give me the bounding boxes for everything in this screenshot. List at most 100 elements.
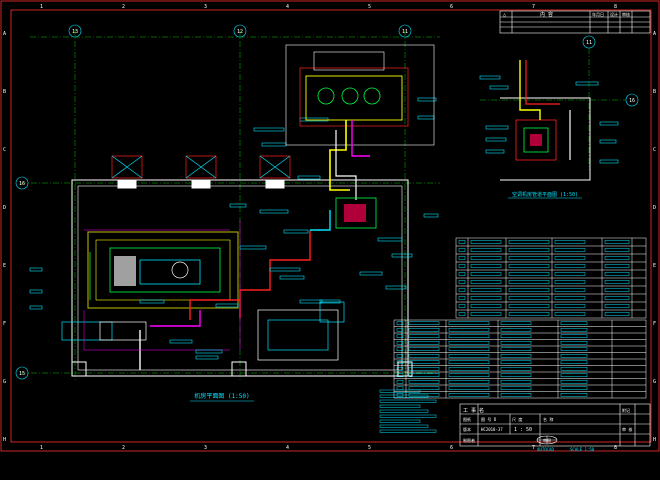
annotation-label <box>261 142 287 147</box>
note-line <box>379 399 437 403</box>
schedule-cell <box>448 334 490 338</box>
schedule-cell <box>470 280 502 284</box>
schedule-cell <box>560 347 588 351</box>
schedule-cell <box>554 296 586 300</box>
column-number: 4 <box>286 4 289 10</box>
footer-left: AUTOCAD <box>537 447 554 452</box>
detail-annotation-label <box>599 159 619 164</box>
schedule-cell <box>470 304 502 308</box>
schedule-cell <box>554 240 586 244</box>
schedule-cell <box>554 248 586 252</box>
annotation-label <box>319 299 341 304</box>
schedule-cell <box>560 386 588 390</box>
annotation-label <box>29 267 43 272</box>
row-letter: H <box>3 437 6 443</box>
column-number: 8 <box>614 4 617 10</box>
schedule-cell <box>508 264 550 268</box>
schedule-cell <box>408 341 440 345</box>
title-drawing-no: 图 号 D <box>481 416 497 422</box>
schedule-cell <box>408 321 440 325</box>
equipment-schedule-upper[interactable] <box>455 237 647 319</box>
note-line <box>379 424 429 428</box>
schedule-cell <box>458 248 466 252</box>
schedule-cell <box>408 386 440 390</box>
schedule-cell <box>554 288 586 292</box>
ahu-room-view[interactable] <box>285 44 435 229</box>
annotation-label <box>283 229 309 234</box>
schedule-cell <box>604 240 630 244</box>
exhaust-fans <box>111 155 291 179</box>
schedule-cell <box>560 334 588 338</box>
schedule-cell <box>396 380 404 384</box>
schedule-cell <box>470 288 502 292</box>
column-number: 2 <box>122 445 125 451</box>
revision-col-date: 年月日 <box>592 11 604 17</box>
annotation-label <box>299 299 323 304</box>
row-letter: E <box>3 263 6 269</box>
schedule-cell <box>508 248 550 252</box>
row-letter: B <box>3 89 6 95</box>
schedule-cell <box>500 386 532 390</box>
schedule-cell <box>448 321 490 325</box>
schedule-cell <box>508 280 550 284</box>
grid-label-16: 16 <box>19 181 25 187</box>
schedule-cell <box>500 341 532 345</box>
schedule-cell <box>560 373 588 377</box>
row-letter: G <box>3 379 6 385</box>
schedule-cell <box>470 296 502 300</box>
schedule-cell <box>448 380 490 384</box>
column-number: 1 <box>40 4 43 10</box>
schedule-cell <box>458 264 466 268</box>
schedule-cell <box>458 240 466 244</box>
row-letter: A <box>653 31 656 37</box>
title-notes-label: 附记 <box>622 407 630 413</box>
water-pumps[interactable] <box>61 301 345 361</box>
schedule-cell <box>560 360 588 364</box>
detail-annotation-label <box>485 137 507 142</box>
schedule-cell <box>560 393 588 397</box>
note-line <box>379 389 421 393</box>
detail-annotation-label <box>599 121 619 126</box>
note-line <box>379 409 429 413</box>
schedule-cell <box>554 304 586 308</box>
schedule-cell <box>604 256 630 260</box>
schedule-cell <box>396 393 404 397</box>
schedule-cell <box>508 304 550 308</box>
detail-view[interactable]: 11 16 空调机房管道平面图 (1:50) <box>480 35 639 199</box>
note-line <box>379 429 437 433</box>
schedule-cell <box>508 312 550 316</box>
schedule-cell <box>408 380 440 384</box>
schedule-cell <box>500 347 532 351</box>
note-line <box>379 404 421 408</box>
schedule-cell <box>448 386 490 390</box>
schedule-cell <box>458 288 466 292</box>
equipment-schedule-lower[interactable] <box>393 319 647 399</box>
schedule-cell <box>604 304 630 308</box>
schedule-cell <box>500 393 532 397</box>
row-letter: A <box>3 31 6 37</box>
title-check-label: 审 核 <box>622 426 632 432</box>
schedule-cell <box>448 347 490 351</box>
schedule-cell <box>508 240 550 244</box>
column-number: 6 <box>450 4 453 10</box>
annotation-label <box>299 117 329 122</box>
detail-annotation-label <box>489 85 509 90</box>
schedule-cell <box>500 367 532 371</box>
row-letter: E <box>653 263 656 269</box>
schedule-cell <box>604 288 630 292</box>
annotation-label <box>195 349 223 354</box>
plan-view-caption: 机房平面图 (1:50) <box>194 392 249 400</box>
chiller-unit[interactable] <box>87 231 239 309</box>
cad-drawing-canvas[interactable]: 1122334455667788 A AB BC CD DE EF FG GH H △ 内 容 … <box>0 0 660 480</box>
schedule-cell <box>604 312 630 316</box>
schedule-cell <box>458 304 466 308</box>
main-plan-view[interactable]: 13 12 11 16 15 机房平面图 (1:50) <box>15 24 619 402</box>
column-number: 4 <box>286 445 289 451</box>
row-letter: F <box>653 321 656 327</box>
annotation-label <box>423 213 439 218</box>
title-scale: 1 : 50 <box>514 427 532 433</box>
schedule-cell <box>458 296 466 300</box>
annotation-label <box>239 245 267 250</box>
annotation-label <box>29 289 43 294</box>
schedule-cell <box>554 264 586 268</box>
